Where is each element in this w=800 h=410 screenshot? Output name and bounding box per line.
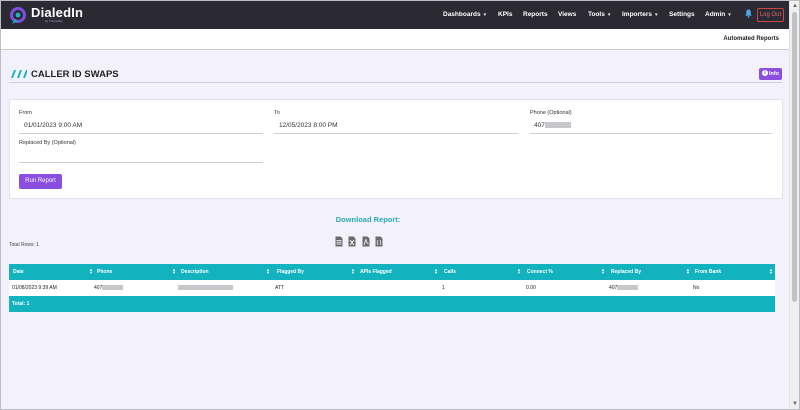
from-label: From bbox=[19, 110, 32, 116]
bell-icon[interactable] bbox=[745, 9, 752, 18]
replaced-by-label: Replaced By (Optional) bbox=[19, 140, 76, 146]
column-header-connect[interactable]: Connect % bbox=[527, 269, 553, 275]
sort-icon[interactable]: ▲ ▼ bbox=[601, 268, 605, 275]
sort-icon[interactable]: ▲ ▼ bbox=[266, 268, 270, 275]
cell-description bbox=[178, 285, 233, 291]
to-label: To bbox=[274, 110, 280, 116]
column-header-phone[interactable]: Phone bbox=[97, 269, 112, 275]
nav-admin-label: Admin bbox=[705, 11, 726, 18]
phone-input-value: 407 bbox=[534, 122, 545, 129]
sort-icon[interactable]: ▲ ▼ bbox=[434, 268, 438, 275]
from-input[interactable]: 01/01/2023 9:00 AM bbox=[24, 122, 82, 129]
sort-icon[interactable]: ▲ ▼ bbox=[686, 268, 690, 275]
sub-header: Automated Reports bbox=[1, 29, 789, 50]
title-stripes-icon bbox=[11, 70, 27, 78]
replaced-by-input[interactable] bbox=[24, 152, 262, 160]
column-header-description[interactable]: Description bbox=[181, 269, 209, 275]
logout-button[interactable]: Log Out bbox=[757, 8, 784, 22]
to-input[interactable]: 12/05/2023 8:00 PM bbox=[279, 122, 338, 129]
nav-tools-label: Tools bbox=[588, 11, 605, 18]
nav-kpis-label: KPIs bbox=[498, 11, 513, 18]
sort-icon[interactable]: ▲ ▼ bbox=[351, 268, 355, 275]
cell-connect: 0.00 bbox=[526, 285, 536, 291]
nav-admin[interactable]: Admin ▾ bbox=[705, 11, 731, 18]
download-report-title: Download Report: bbox=[335, 215, 401, 224]
phone-input-underline bbox=[530, 133, 772, 134]
sort-icon[interactable]: ▲ ▼ bbox=[517, 268, 521, 275]
nav-settings-label: Settings bbox=[669, 11, 695, 18]
column-header-flagged-by[interactable]: Flagged By bbox=[277, 269, 304, 275]
scroll-down-arrow-icon[interactable]: ▼ bbox=[792, 401, 798, 407]
nav-kpis[interactable]: KPIs bbox=[498, 11, 512, 18]
phone-label: Phone (Optional) bbox=[530, 110, 572, 116]
nav-importers[interactable]: Importers ▾ bbox=[622, 11, 658, 18]
to-input-underline bbox=[274, 133, 518, 134]
dialedin-logo-icon[interactable] bbox=[8, 5, 30, 25]
redacted-block bbox=[544, 122, 571, 129]
cell-replaced-by-value: 407 bbox=[609, 285, 618, 291]
table-row[interactable]: 01/08/2023 9:39 AM 407 ATT 1 0.00 407 No bbox=[9, 280, 775, 296]
column-header-from-bank[interactable]: From Bank bbox=[695, 269, 721, 275]
csv-icon[interactable] bbox=[335, 236, 343, 247]
automated-reports-link[interactable]: Automated Reports bbox=[723, 36, 779, 42]
cell-date: 01/08/2023 9:39 AM bbox=[12, 285, 57, 291]
column-header-replaced-by[interactable]: Replaced By bbox=[611, 269, 641, 275]
table-total: Total: 1 bbox=[12, 301, 30, 307]
json-icon[interactable] bbox=[375, 236, 383, 247]
nav-reports[interactable]: Reports bbox=[523, 11, 548, 18]
scroll-up-arrow-icon[interactable]: ▲ bbox=[792, 3, 798, 9]
title-divider bbox=[9, 82, 782, 83]
sort-icon[interactable]: ▲ ▼ bbox=[89, 268, 93, 275]
nav-views-label: Views bbox=[558, 11, 577, 18]
nav-dashboards[interactable]: Dashboards ▾ bbox=[443, 11, 486, 18]
chevron-down-icon: ▾ bbox=[483, 12, 487, 18]
scrollbar-thumb[interactable] bbox=[792, 12, 797, 302]
cell-flagged-by: ATT bbox=[275, 285, 285, 291]
nav-reports-label: Reports bbox=[523, 11, 548, 18]
page-scrollbar[interactable]: ▲ ▼ bbox=[789, 1, 799, 409]
nav-dashboards-label: Dashboards bbox=[443, 11, 481, 18]
table-footer: Total: 1 bbox=[9, 296, 775, 312]
info-button[interactable]: i Info bbox=[759, 68, 782, 80]
nav-views[interactable]: Views bbox=[558, 11, 576, 18]
chevron-down-icon: ▾ bbox=[654, 12, 658, 18]
info-button-label: Info bbox=[768, 71, 780, 77]
run-report-button[interactable]: Run Report bbox=[19, 174, 62, 189]
pdf-icon[interactable] bbox=[362, 236, 370, 247]
column-header-calls[interactable]: Calls bbox=[444, 269, 456, 275]
redacted-block bbox=[102, 285, 124, 291]
excel-icon[interactable] bbox=[348, 236, 356, 247]
sort-icon[interactable]: ▲ ▼ bbox=[172, 268, 176, 275]
top-navbar: DialedIn by Tranquility Dashboards ▾ KPIs… bbox=[1, 1, 789, 29]
report-table-header: Date ▲ ▼ Phone ▲ ▼ Description ▲ ▼ Flagged … bbox=[9, 264, 775, 280]
info-icon: i bbox=[761, 70, 768, 77]
cell-replaced-by: 407 bbox=[609, 285, 639, 291]
sort-icon[interactable]: ▲ ▼ bbox=[769, 268, 773, 275]
report-filter-card bbox=[9, 99, 783, 199]
phone-input[interactable]: 407 bbox=[534, 122, 571, 129]
brand-name[interactable]: DialedIn bbox=[31, 5, 83, 20]
redacted-block bbox=[617, 285, 639, 291]
nav-importers-label: Importers bbox=[622, 11, 652, 18]
cell-calls: 1 bbox=[442, 285, 445, 291]
cell-phone: 407 bbox=[94, 285, 124, 291]
redacted-block bbox=[178, 285, 233, 291]
replaced-by-input-underline bbox=[19, 162, 263, 163]
brand-subtitle: by Tranquility bbox=[45, 19, 63, 23]
column-header-date[interactable]: Date bbox=[13, 269, 24, 275]
chevron-down-icon: ▾ bbox=[728, 12, 731, 18]
cell-phone-value: 407 bbox=[94, 285, 103, 291]
from-input-underline bbox=[19, 133, 263, 134]
nav-settings[interactable]: Settings bbox=[669, 11, 695, 18]
chevron-down-icon: ▾ bbox=[607, 12, 611, 18]
cell-from-bank: No bbox=[693, 285, 700, 291]
page-title: CALLER ID SWAPS bbox=[31, 69, 119, 80]
total-rows-count: Total Rows: 1 bbox=[9, 242, 40, 248]
column-header-apis-flagged[interactable]: APIs Flagged bbox=[360, 269, 392, 275]
nav-tools[interactable]: Tools ▾ bbox=[588, 11, 610, 18]
browser-frame bbox=[0, 0, 800, 410]
